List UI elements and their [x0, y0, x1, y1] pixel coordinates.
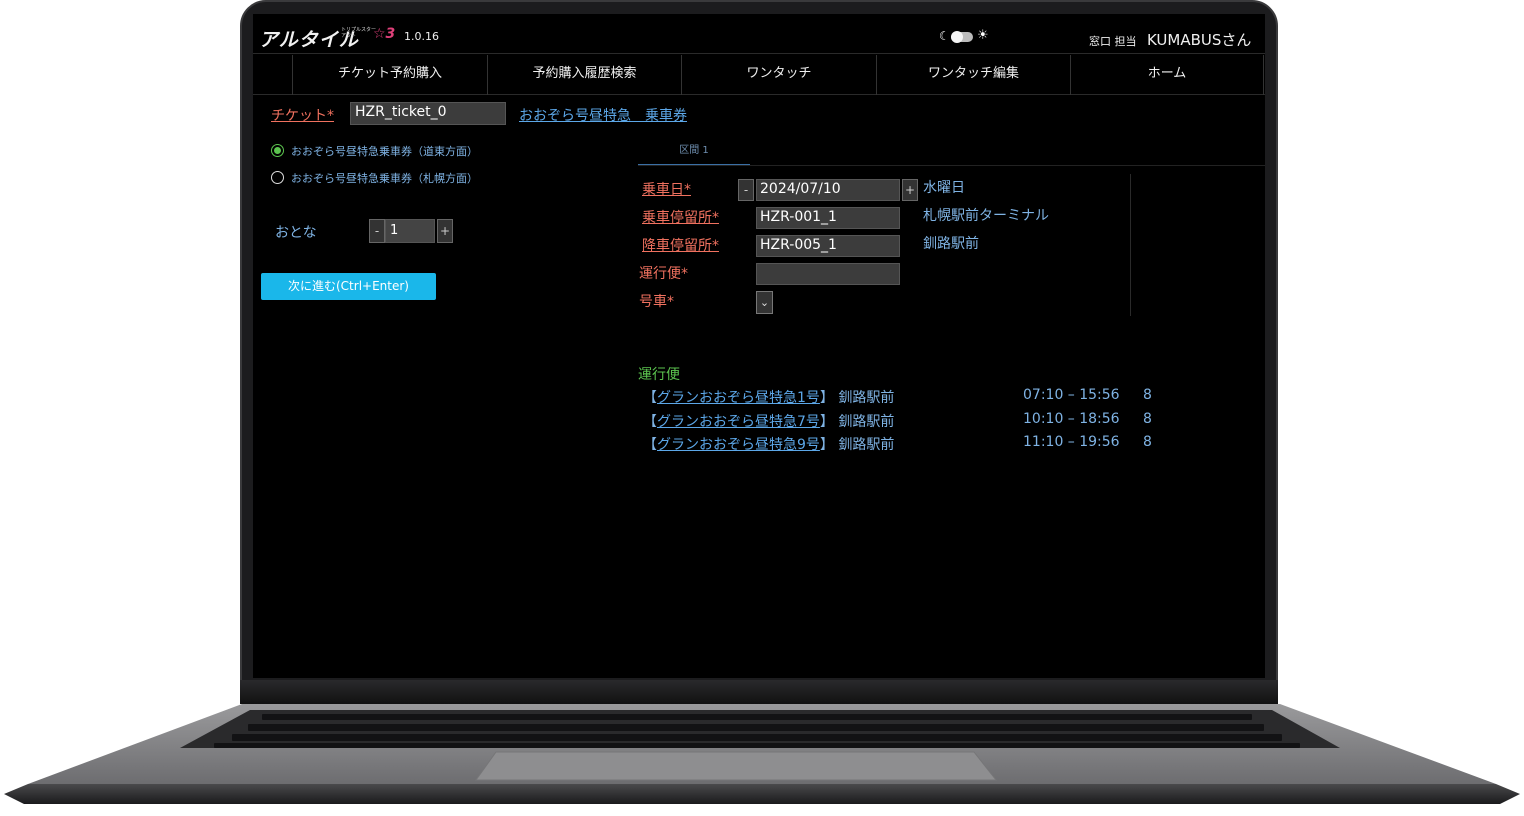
run-list-item: 【グランおおぞら昼特急1号】 釧路駅前 07:10 – 15:56 8 — [643, 387, 1183, 407]
direction-option-label: おおぞら号昼特急乗車券（札幌方面） — [291, 172, 478, 185]
run-label: 運行便* — [639, 266, 688, 282]
run-list-item: 【グランおおぞら昼特急7号】 釧路駅前 10:10 – 18:56 8 — [643, 411, 1183, 431]
run-input[interactable] — [756, 263, 900, 285]
car-label: 号車* — [639, 294, 674, 310]
car-select[interactable]: ⌄ — [756, 291, 773, 314]
theme-toggle-knob — [951, 31, 963, 43]
boarding-date-input[interactable]: 2024/07/10 — [756, 179, 900, 201]
ticket-name-link[interactable]: おおぞら号昼特急 乗車券 — [519, 105, 687, 125]
tab-divider — [638, 165, 1265, 166]
run-count: 8 — [1143, 387, 1152, 403]
direction-option-east[interactable]: おおぞら号昼特急乗車券（道東方面） — [271, 142, 501, 160]
ticket-input[interactable]: HZR_ticket_0 — [350, 102, 506, 125]
bracket-close: 】 — [819, 414, 834, 430]
run-count: 8 — [1143, 411, 1152, 427]
nav-ticket-purchase[interactable]: チケット予約購入 — [292, 55, 487, 95]
run-name-link[interactable]: グランおおぞら昼特急1号 — [657, 390, 820, 406]
boarding-weekday: 水曜日 — [923, 180, 965, 196]
nav-history-search[interactable]: 予約購入履歴検索 — [487, 55, 681, 95]
bracket-close: 】 — [819, 437, 834, 453]
app-screen: アルタイル トリプルスター アウト ☆3 1.0.16 ☾ ☀ 窓口 担当 KU… — [253, 14, 1265, 678]
run-destination: 釧路駅前 — [838, 414, 895, 430]
alighting-stop-label[interactable]: 降車停留所* — [642, 235, 719, 255]
app-logo-mark: ☆3 — [373, 26, 396, 42]
boarding-stop-name: 札幌駅前ターミナル — [923, 208, 1049, 224]
moon-icon: ☾ — [939, 29, 950, 43]
counter-label: 窓口 担当 — [1089, 35, 1137, 48]
run-count: 8 — [1143, 434, 1152, 450]
section-divider — [1130, 174, 1131, 316]
adult-quantity-input[interactable]: 1 — [385, 219, 435, 243]
direction-option-label: おおぞら号昼特急乗車券（道東方面） — [291, 145, 478, 158]
main-nav: チケット予約購入 予約購入履歴検索 ワンタッチ ワンタッチ編集 ホーム — [253, 55, 1265, 95]
boarding-stop-input[interactable]: HZR-001_1 — [756, 207, 900, 229]
theme-toggle-track[interactable] — [951, 31, 973, 43]
app-header: アルタイル トリプルスター アウト ☆3 1.0.16 ☾ ☀ 窓口 担当 KU… — [253, 14, 1265, 54]
laptop-frame: アルタイル トリプルスター アウト ☆3 1.0.16 ☾ ☀ 窓口 担当 KU… — [0, 0, 1524, 816]
tab-section-1[interactable]: 区間 1 — [638, 139, 750, 166]
date-plus-button[interactable]: + — [902, 179, 918, 201]
next-button[interactable]: 次に進む(Ctrl+Enter) — [261, 273, 436, 300]
chevron-down-icon: ⌄ — [759, 296, 770, 309]
adult-plus-button[interactable]: + — [437, 219, 453, 243]
run-name-link[interactable]: グランおおぞら昼特急7号 — [657, 414, 820, 430]
nav-one-touch[interactable]: ワンタッチ — [681, 55, 876, 95]
nav-home[interactable]: ホーム — [1070, 55, 1264, 95]
theme-toggle[interactable]: ☾ ☀ — [939, 28, 991, 45]
adult-label: おとな — [275, 225, 317, 241]
bracket-open: 【 — [643, 437, 657, 453]
nav-one-touch-edit[interactable]: ワンタッチ編集 — [876, 55, 1070, 95]
alighting-stop-name: 釧路駅前 — [923, 236, 979, 252]
bracket-open: 【 — [643, 414, 657, 430]
boarding-date-label[interactable]: 乗車日* — [642, 179, 691, 199]
radio-unselected[interactable] — [271, 171, 284, 184]
adult-minus-button[interactable]: - — [369, 219, 385, 243]
date-minus-button[interactable]: - — [738, 179, 754, 201]
bracket-close: 】 — [819, 390, 834, 406]
run-list-item: 【グランおおぞら昼特急9号】 釧路駅前 11:10 – 19:56 8 — [643, 434, 1183, 454]
app-version: 1.0.16 — [404, 30, 439, 43]
direction-option-sapporo[interactable]: おおぞら号昼特急乗車券（札幌方面） — [271, 169, 501, 187]
ticket-label[interactable]: チケット* — [271, 105, 334, 125]
radio-selected[interactable] — [271, 144, 284, 157]
run-destination: 釧路駅前 — [838, 390, 895, 406]
alighting-stop-input[interactable]: HZR-005_1 — [756, 235, 900, 257]
laptop-base — [4, 704, 1520, 804]
user-name[interactable]: KUMABUSさん — [1147, 29, 1251, 50]
run-time: 07:10 – 15:56 — [1023, 387, 1120, 403]
run-time: 11:10 – 19:56 — [1023, 434, 1120, 450]
bracket-open: 【 — [643, 390, 657, 406]
run-destination: 釧路駅前 — [838, 437, 895, 453]
run-name-link[interactable]: グランおおぞら昼特急9号 — [657, 437, 820, 453]
sun-icon: ☀ — [977, 28, 989, 43]
run-time: 10:10 – 18:56 — [1023, 411, 1120, 427]
runs-title: 運行便 — [638, 367, 680, 383]
boarding-stop-label[interactable]: 乗車停留所* — [642, 207, 719, 227]
